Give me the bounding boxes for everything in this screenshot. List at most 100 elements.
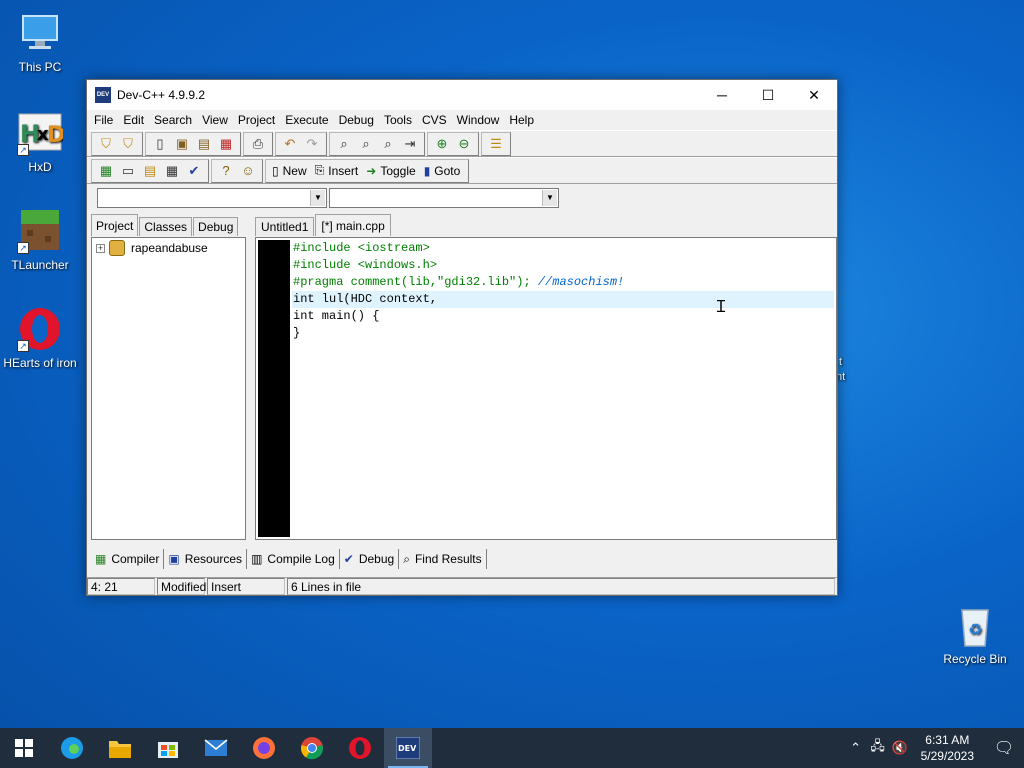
member-selector[interactable]: ▼ (329, 188, 559, 208)
tree-item-project[interactable]: + rapeandabuse (92, 238, 245, 256)
project-options-button[interactable]: ☰ (485, 134, 507, 154)
new-button[interactable]: ▯ New (269, 161, 312, 181)
desktop-icon-tlauncher[interactable]: ↗ TLauncher (0, 208, 80, 272)
svg-text:DEV: DEV (398, 744, 417, 753)
code-area[interactable]: #include <iostream> #include <windows.h>… (292, 240, 834, 342)
desktop-icon-hxd[interactable]: HxD ↗ HxD (0, 110, 80, 174)
window-title: Dev-C++ 4.9.9.2 (117, 88, 206, 102)
toolbar-group-print: ⎙ (243, 131, 273, 156)
taskbar-edge[interactable] (48, 728, 96, 768)
new-file-button[interactable]: ▯ (149, 134, 171, 154)
menu-execute[interactable]: Execute (280, 110, 333, 130)
devcpp-window: DEV Dev-C++ 4.9.9.2 ─ ☐ ✕ File Edit Sear… (86, 79, 838, 596)
about-button[interactable]: ☺ (237, 161, 259, 181)
compiler-icon: ▦ (95, 552, 107, 566)
close-file-button[interactable]: ▦ (215, 134, 237, 154)
menu-cvs[interactable]: CVS (417, 110, 452, 130)
minimize-button[interactable]: ─ (699, 80, 745, 110)
menu-debug[interactable]: Debug (334, 110, 379, 130)
tab-compile-log[interactable]: ▥ Compile Log (247, 549, 340, 569)
save-all-button[interactable]: ▤ (193, 134, 215, 154)
open-project-button[interactable]: ⛉ (117, 134, 139, 154)
preprocessor-token: #include <iostream> (293, 241, 430, 255)
menu-window[interactable]: Window (452, 110, 505, 130)
find-next-button[interactable]: ⌕ (377, 134, 399, 154)
code-line: } (292, 325, 834, 342)
menu-view[interactable]: View (197, 110, 233, 130)
system-tray: ⌃ 🖧 🔇 6:31 AM 5/29/2023 🗨 (845, 728, 1024, 768)
tab-classes[interactable]: Classes (139, 217, 193, 236)
svg-text:D: D (47, 123, 63, 148)
volume-muted-icon[interactable]: 🔇 (889, 740, 911, 756)
status-bar: 4: 21 Modified Insert 6 Lines in file (87, 577, 837, 595)
compile-button[interactable]: ▦ (95, 161, 117, 181)
toolbar-group-options: ☰ (481, 131, 511, 156)
tab-find-results[interactable]: ⌕ Find Results (399, 549, 487, 569)
chevron-down-icon: ▼ (542, 190, 557, 206)
close-button[interactable]: ✕ (791, 80, 837, 110)
tab-project[interactable]: Project (91, 214, 139, 236)
desktop-icon-this-pc[interactable]: This PC (0, 10, 80, 74)
taskbar-store[interactable] (144, 728, 192, 768)
show-hidden-icons-chevron-up-icon[interactable]: ⌃ (845, 740, 867, 756)
remove-from-project-button[interactable]: ⊖ (453, 134, 475, 154)
menu-tools[interactable]: Tools (379, 110, 417, 130)
taskbar-opera[interactable] (336, 728, 384, 768)
syntax-check-button[interactable]: ✔ (183, 161, 205, 181)
toolbar-group-undo: ↶ ↷ (275, 131, 327, 156)
code-line-current: int lul(HDC context, (292, 291, 834, 308)
maximize-button[interactable]: ☐ (745, 80, 791, 110)
taskbar-file-explorer[interactable] (96, 728, 144, 768)
tab-compiler[interactable]: ▦ Compiler (91, 549, 165, 569)
menu-file[interactable]: File (89, 110, 118, 130)
tab-debug-output[interactable]: ✔ Debug (340, 549, 400, 569)
redo-button[interactable]: ↷ (301, 134, 323, 154)
desktop-icon-recycle-bin[interactable]: ♻ Recycle Bin (935, 602, 1015, 666)
find-button[interactable]: ⌕ (333, 134, 355, 154)
goto-line-button[interactable]: ⇥ (399, 134, 421, 154)
print-button[interactable]: ⎙ (247, 134, 269, 154)
compile-run-button[interactable]: ▤ (139, 161, 161, 181)
run-button[interactable]: ▭ (117, 161, 139, 181)
resources-icon: ▣ (168, 552, 180, 566)
title-bar[interactable]: DEV Dev-C++ 4.9.9.2 ─ ☐ ✕ (87, 80, 837, 110)
save-button[interactable]: ▣ (171, 134, 193, 154)
taskbar-firefox[interactable] (240, 728, 288, 768)
insert-button[interactable]: ⎘ Insert (312, 161, 364, 181)
menu-search[interactable]: Search (149, 110, 197, 130)
close-file-icon: ▦ (219, 135, 233, 151)
notifications-icon[interactable]: 🗨 (984, 738, 1024, 758)
taskbar-clock[interactable]: 6:31 AM 5/29/2023 (911, 732, 984, 764)
goto-bookmark-button[interactable]: ▮ Goto (421, 161, 466, 181)
taskbar-mail[interactable] (192, 728, 240, 768)
remove-from-project-icon: ⊖ (458, 135, 470, 151)
start-button[interactable] (0, 728, 48, 768)
taskbar-devcpp[interactable]: DEV (384, 728, 432, 768)
class-browser-bar: ▼ ▼ (87, 184, 837, 212)
tab-main-cpp[interactable]: [*] main.cpp (315, 214, 391, 236)
menu-project[interactable]: Project (233, 110, 280, 130)
tab-resources[interactable]: ▣ Resources (164, 549, 248, 569)
tab-debug[interactable]: Debug (193, 217, 239, 236)
desktop-icon-hearts-of-iron[interactable]: ↗ HEarts of iron (0, 306, 80, 370)
expand-icon[interactable]: + (96, 243, 105, 253)
toggle-bookmark-button[interactable]: ➜ Toggle (363, 161, 420, 181)
taskbar-chrome[interactable] (288, 728, 336, 768)
chevron-down-icon: ▼ (310, 190, 325, 206)
code-editor[interactable]: #include <iostream> #include <windows.h>… (255, 237, 837, 540)
network-icon[interactable]: 🖧 (867, 737, 889, 759)
insert-icon: ⎘ (314, 163, 325, 177)
taskbar: DEV ⌃ 🖧 🔇 6:31 AM 5/29/2023 🗨 (0, 728, 1024, 768)
tab-untitled1[interactable]: Untitled1 (255, 217, 315, 236)
hxd-icon: HxD ↗ (17, 110, 65, 156)
undo-button[interactable]: ↶ (279, 134, 301, 154)
rebuild-button[interactable]: ▦ (161, 161, 183, 181)
new-project-button[interactable]: ⛉ (95, 134, 117, 154)
add-to-project-button[interactable]: ⊕ (431, 134, 453, 154)
replace-button[interactable]: ⌕ (355, 134, 377, 154)
find-next-icon: ⌕ (384, 135, 392, 151)
menu-edit[interactable]: Edit (118, 110, 149, 130)
help-button[interactable]: ? (215, 161, 237, 181)
class-selector[interactable]: ▼ (97, 188, 327, 208)
menu-help[interactable]: Help (504, 110, 539, 130)
